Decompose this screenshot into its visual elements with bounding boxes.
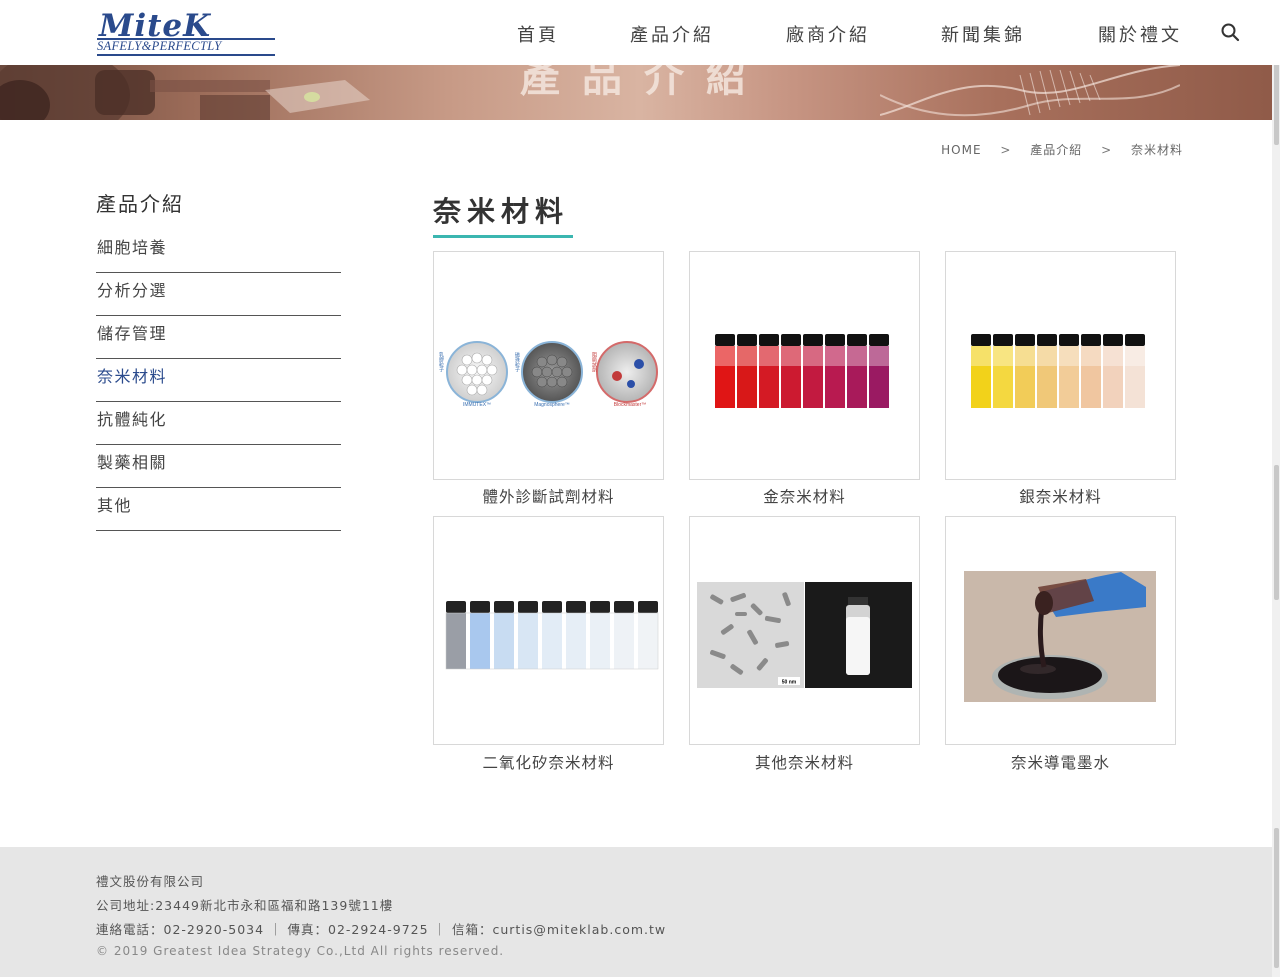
chevron-right-icon: >: [1101, 143, 1113, 157]
silica-vials-image: [445, 601, 659, 670]
sidebar-item-label: 奈米材料: [97, 367, 168, 386]
blocking-reagent-label: 阻斷試劑: [591, 351, 597, 373]
product-card-silver[interactable]: [945, 251, 1176, 480]
magnosphere-label: Magnosphere™: [534, 402, 570, 408]
conductive-ink-image: [964, 571, 1156, 702]
chevron-right-icon: >: [1000, 143, 1012, 157]
product-label-other[interactable]: 其他奈米材料: [689, 751, 920, 773]
gold-vials-image: [715, 334, 889, 408]
product-label-silica[interactable]: 二氧化矽奈米材料: [433, 751, 664, 773]
sidebar-title: 產品介紹: [96, 192, 184, 216]
sidebar-item-cell-culture[interactable]: 細胞培養: [96, 230, 341, 273]
nav-about[interactable]: 關於禮文: [1098, 21, 1182, 47]
breadcrumb: HOME > 產品介紹 > 奈米材料: [941, 141, 1183, 158]
product-card-other[interactable]: 50 nm: [689, 516, 920, 745]
scale-bar-label: 50 nm: [782, 680, 797, 686]
site-header: MiteK SAFELY&PERFECTLY 首頁 產品介紹 廠商介紹 新聞集錦…: [0, 0, 1280, 65]
sidebar-item-label: 其他: [97, 496, 133, 515]
logo-tagline: SAFELY&PERFECTLY: [97, 39, 222, 53]
immutex-label: IMMUTEX™: [463, 402, 491, 408]
sidebar-item-label: 儲存管理: [97, 324, 168, 343]
logo-rule-bottom: [97, 54, 275, 56]
page-title: 奈米材料: [433, 195, 570, 228]
ivd-materials-image: IMMUTEX™ Magnosphere™ Blockmaster™ 乳膠粒子 …: [438, 341, 658, 408]
product-card-ivd[interactable]: IMMUTEX™ Magnosphere™ Blockmaster™ 乳膠粒子 …: [433, 251, 664, 480]
sidebar-item-storage[interactable]: 儲存管理: [96, 316, 341, 359]
sidebar-item-label: 製藥相關: [97, 453, 168, 472]
nav-news[interactable]: 新聞集錦: [941, 21, 1025, 47]
title-underline: [433, 235, 573, 238]
sidebar-item-antibody[interactable]: 抗體純化: [96, 402, 341, 445]
sidebar-item-label: 抗體純化: [97, 410, 168, 429]
breadcrumb-current: 奈米材料: [1130, 143, 1183, 157]
silver-vials-image: [971, 334, 1145, 408]
footer-address: 公司地址:23449新北市永和區福和路139號11樓: [96, 898, 394, 913]
nav-vendors[interactable]: 廠商介紹: [786, 21, 870, 47]
scrollbar-thumb-mid[interactable]: [1274, 465, 1279, 600]
latex-particles-label: 乳膠粒子: [438, 351, 444, 372]
search-icon[interactable]: [1220, 22, 1240, 42]
sidebar-item-label: 細胞培養: [97, 238, 168, 257]
product-label-ivd[interactable]: 體外診斷試劑材料: [433, 485, 664, 507]
footer-copyright: © 2019 Greatest Idea Strategy Co.,Ltd Al…: [96, 944, 505, 958]
breadcrumb-products[interactable]: 產品介紹: [1030, 141, 1082, 158]
site-footer: 禮文股份有限公司 公司地址:23449新北市永和區福和路139號11樓 連絡電話…: [0, 847, 1272, 977]
sidebar-item-analysis[interactable]: 分析分選: [96, 273, 341, 316]
nav-products[interactable]: 產品介紹: [630, 21, 714, 47]
sidebar-item-other[interactable]: 其他: [96, 488, 341, 531]
product-card-gold[interactable]: [689, 251, 920, 480]
product-card-silica[interactable]: [433, 516, 664, 745]
other-nano-image: 50 nm: [697, 582, 912, 688]
product-label-ink[interactable]: 奈米導電墨水: [945, 751, 1176, 773]
magnetic-beads-label: 磁珠粒子: [514, 351, 520, 372]
product-label-silver[interactable]: 銀奈米材料: [945, 485, 1176, 507]
microscope-image: [0, 65, 370, 120]
category-sidebar: 產品介紹 細胞培養 分析分選 儲存管理 奈米材料 抗體純化 製藥相關 其他: [96, 188, 341, 531]
banner-title: 產品介紹: [520, 65, 768, 101]
product-label-gold[interactable]: 金奈米材料: [689, 485, 920, 507]
page-banner: 產品介紹: [0, 65, 1280, 120]
dna-image: [880, 65, 1180, 117]
sidebar-item-pharma[interactable]: 製藥相關: [96, 445, 341, 488]
mitek-logo[interactable]: MiteK SAFELY&PERFECTLY: [97, 8, 277, 56]
sidebar-item-nanomaterials[interactable]: 奈米材料: [96, 359, 341, 402]
sidebar-item-label: 分析分選: [97, 281, 168, 300]
breadcrumb-home[interactable]: HOME: [941, 143, 981, 157]
scrollbar-thumb-bottom[interactable]: [1274, 828, 1279, 968]
footer-company: 禮文股份有限公司: [96, 874, 205, 889]
footer-contact: 連絡電話：02-2920-5034 ｜ 傳真：02-2924-9725 ｜ 信箱…: [96, 922, 667, 937]
blockmaster-label: Blockmaster™: [614, 402, 647, 408]
nav-home[interactable]: 首頁: [517, 21, 559, 47]
product-card-ink[interactable]: [945, 516, 1176, 745]
sidebar-list: 細胞培養 分析分選 儲存管理 奈米材料 抗體純化 製藥相關 其他: [96, 230, 341, 531]
